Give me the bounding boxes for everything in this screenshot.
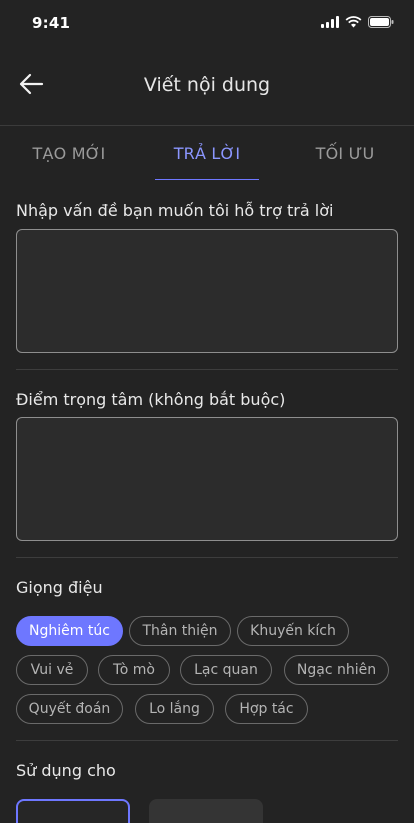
tab-reply[interactable]: TRẢ LỜI (138, 126, 276, 182)
status-bar: 9:41 (0, 0, 414, 44)
question-input[interactable] (16, 229, 398, 353)
status-icons (321, 16, 394, 28)
tab-optimize[interactable]: TỐI ƯU (276, 126, 414, 182)
usage-option-card[interactable] (149, 799, 263, 823)
question-label: Nhập vấn đề bạn muốn tôi hỗ trợ trả lời (16, 201, 334, 220)
usage-option-card-selected[interactable] (16, 799, 130, 823)
app-header: Viết nội dung (0, 44, 414, 126)
tone-chip-curious[interactable]: Tò mò (98, 655, 170, 685)
divider (16, 369, 398, 370)
divider (16, 740, 398, 741)
battery-icon (368, 16, 394, 28)
tone-chip-friendly[interactable]: Thân thiện (129, 616, 231, 646)
tone-chip-worried[interactable]: Lo lắng (135, 694, 214, 724)
tone-chip-encouraging[interactable]: Khuyến kích (237, 616, 349, 646)
signal-icon (321, 16, 339, 28)
tone-chip-surprised[interactable]: Ngạc nhiên (284, 655, 389, 685)
tone-chip-cheerful[interactable]: Vui vẻ (16, 655, 88, 685)
tone-chip-decisive[interactable]: Quyết đoán (16, 694, 123, 724)
tone-chip-cooperative[interactable]: Hợp tác (225, 694, 308, 724)
status-time: 9:41 (32, 14, 71, 32)
tone-label: Giọng điệu (16, 578, 103, 597)
wifi-icon (345, 16, 362, 28)
focus-input[interactable] (16, 417, 398, 541)
tab-bar: TẠO MỚI TRẢ LỜI TỐI ƯU (0, 126, 414, 182)
tone-chip-serious[interactable]: Nghiêm túc (16, 616, 123, 646)
tone-chip-optimistic[interactable]: Lạc quan (180, 655, 272, 685)
page-title: Viết nội dung (143, 74, 271, 96)
focus-label: Điểm trọng tâm (không bắt buộc) (16, 390, 286, 409)
tab-create[interactable]: TẠO MỚI (0, 126, 138, 182)
divider (16, 557, 398, 558)
usage-label: Sử dụng cho (16, 761, 116, 780)
